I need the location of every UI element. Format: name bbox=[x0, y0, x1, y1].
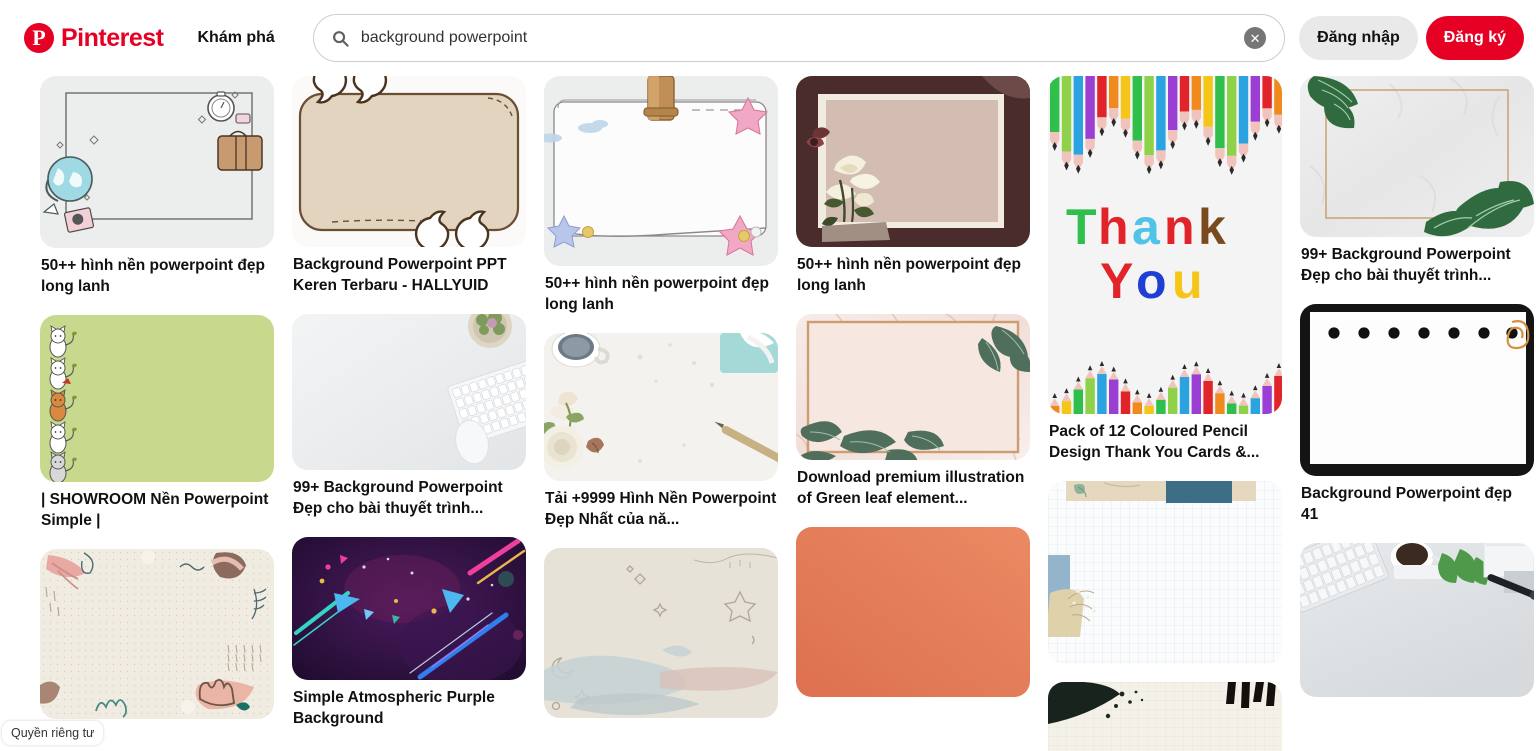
nav-item-explore[interactable]: Khám phá bbox=[183, 17, 288, 59]
pin-desk-coffee-plant[interactable] bbox=[1300, 543, 1534, 698]
pin-image[interactable] bbox=[292, 314, 526, 471]
pin-image[interactable] bbox=[292, 537, 526, 681]
pin-image[interactable] bbox=[1300, 304, 1534, 477]
svg-text:n: n bbox=[1164, 199, 1195, 255]
pin-image[interactable] bbox=[292, 76, 526, 247]
top-header: P Pinterest Khám phá ✕ Đăng nhập Đăng ký bbox=[0, 0, 1536, 76]
pin-pastel-stars[interactable] bbox=[544, 548, 778, 719]
pin-title: 99+ Background Powerpoint Đẹp cho bài th… bbox=[1301, 246, 1511, 285]
search-input[interactable] bbox=[360, 29, 1245, 47]
pin-image[interactable] bbox=[1048, 682, 1282, 751]
pin-title: Tải +9999 Hình Nền Powerpoint Đẹp Nhất c… bbox=[545, 490, 777, 529]
pin-image[interactable] bbox=[796, 527, 1030, 698]
pin-notebook-clip[interactable]: Background Powerpoint đẹp 41 bbox=[1300, 304, 1534, 525]
search-icon bbox=[332, 30, 349, 47]
pin-green-cats[interactable]: | SHOWROOM Nền Powerpoint Simple | bbox=[40, 315, 274, 531]
pin-column: 99+ Background Powerpoint Đẹp cho bài th… bbox=[1300, 76, 1534, 715]
pin-title: Download premium illustration of Green l… bbox=[797, 469, 1025, 508]
pin-travel-frame[interactable]: 50++ hình nền powerpoint đẹp long lanh bbox=[40, 76, 274, 297]
pin-purple-neon[interactable]: Simple Atmospheric Purple Background bbox=[292, 537, 526, 729]
pin-title: 99+ Background Powerpoint Đẹp cho bài th… bbox=[293, 479, 503, 518]
pin-brown-paper-flowers[interactable]: 50++ hình nền powerpoint đẹp long lanh bbox=[796, 76, 1030, 296]
svg-text:h: h bbox=[1098, 199, 1129, 255]
signup-button[interactable]: Đăng ký bbox=[1425, 16, 1524, 60]
pin-image[interactable]: T h a n k Y o u bbox=[1048, 76, 1282, 414]
pin-beige-doodle[interactable] bbox=[40, 549, 274, 720]
pin-title: 50++ hình nền powerpoint đẹp long lanh bbox=[545, 275, 769, 314]
pin-image[interactable] bbox=[1048, 481, 1282, 665]
clear-x-icon[interactable]: ✕ bbox=[1244, 27, 1267, 49]
pin-title: 50++ hình nền powerpoint đẹp long lanh bbox=[41, 257, 265, 296]
pin-title: Simple Atmospheric Purple Background bbox=[293, 689, 495, 728]
svg-text:T: T bbox=[1066, 199, 1097, 255]
pin-image[interactable] bbox=[796, 76, 1030, 247]
pin-title: | SHOWROOM Nền Powerpoint Simple | bbox=[41, 491, 269, 530]
pin-column: Background Powerpoint PPT Keren Terbaru … bbox=[292, 76, 526, 747]
pin-column: 50++ hình nền powerpoint đẹp long lanh bbox=[40, 76, 274, 737]
svg-text:Y: Y bbox=[1100, 253, 1133, 309]
pin-column: 50++ hình nền powerpoint đẹp long lanh bbox=[796, 76, 1030, 715]
pin-title: Background Powerpoint PPT Keren Terbaru … bbox=[293, 256, 507, 295]
pin-pencils-thankyou[interactable]: T h a n k Y o u Pack of 12 Coloured Penc… bbox=[1048, 76, 1282, 463]
pin-title: 50++ hình nền powerpoint đẹp long lanh bbox=[797, 256, 1021, 295]
pin-title: Pack of 12 Coloured Pencil Design Thank … bbox=[1049, 423, 1260, 462]
pin-image[interactable] bbox=[544, 333, 778, 482]
pin-marble-monstera[interactable]: 99+ Background Powerpoint Đẹp cho bài th… bbox=[1300, 76, 1534, 286]
pin-image[interactable] bbox=[40, 315, 274, 483]
pinterest-p-icon: P bbox=[24, 23, 54, 53]
pin-column: T h a n k Y o u Pack of 12 Coloured Penc… bbox=[1048, 76, 1282, 751]
pin-results-grid: 50++ hình nền powerpoint đẹp long lanh |… bbox=[0, 76, 1536, 751]
pin-image[interactable] bbox=[796, 314, 1030, 461]
pin-image[interactable] bbox=[544, 76, 778, 266]
pin-coffee-roses[interactable]: Tải +9999 Hình Nền Powerpoint Đẹp Nhất c… bbox=[544, 333, 778, 530]
pin-white-desk-keyboard[interactable]: 99+ Background Powerpoint Đẹp cho bài th… bbox=[292, 314, 526, 519]
pin-clip-stars[interactable]: 50++ hình nền powerpoint đẹp long lanh bbox=[544, 76, 778, 315]
svg-text:u: u bbox=[1172, 253, 1203, 309]
pin-coral-solid[interactable] bbox=[796, 527, 1030, 698]
svg-text:a: a bbox=[1132, 199, 1161, 255]
privacy-badge[interactable]: Quyền riêng tư bbox=[2, 721, 104, 745]
pin-ink-brush[interactable] bbox=[1048, 682, 1282, 751]
svg-text:o: o bbox=[1136, 253, 1167, 309]
svg-text:k: k bbox=[1198, 199, 1226, 255]
pin-pink-marble-leaves[interactable]: Download premium illustration of Green l… bbox=[796, 314, 1030, 509]
pin-title: Background Powerpoint đẹp 41 bbox=[1301, 485, 1512, 524]
pin-grid-paper-tape[interactable] bbox=[1048, 481, 1282, 665]
pin-image[interactable] bbox=[1300, 543, 1534, 698]
pin-image[interactable] bbox=[40, 76, 274, 248]
pin-image[interactable] bbox=[40, 549, 274, 720]
search-bar[interactable]: ✕ bbox=[312, 14, 1286, 62]
pin-column: 50++ hình nền powerpoint đẹp long lanh bbox=[544, 76, 778, 736]
pin-image[interactable] bbox=[544, 548, 778, 719]
brand-name: Pinterest bbox=[61, 23, 164, 52]
pin-image[interactable] bbox=[1300, 76, 1534, 237]
pinterest-home-link[interactable]: P Pinterest bbox=[16, 19, 171, 57]
pin-beige-quotes[interactable]: Background Powerpoint PPT Keren Terbaru … bbox=[292, 76, 526, 296]
login-button[interactable]: Đăng nhập bbox=[1299, 16, 1418, 60]
